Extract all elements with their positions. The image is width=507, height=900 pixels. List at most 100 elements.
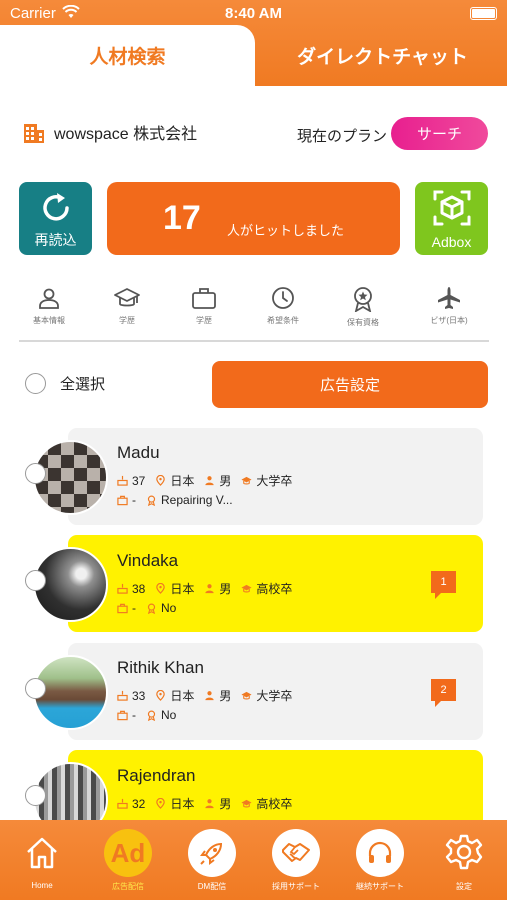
filter-label: 希望条件 (267, 316, 299, 325)
cake-icon (117, 690, 128, 701)
nav-home[interactable]: Home (0, 820, 84, 900)
candidate-radio[interactable] (25, 678, 46, 699)
nav-ongoing-support[interactable]: 継続サポート (338, 820, 422, 900)
candidate-age: 37 (132, 473, 146, 488)
filter-education[interactable]: 学歴 (97, 286, 157, 326)
filter-preferences[interactable]: 希望条件 (253, 286, 313, 326)
candidate-name: Rithik Khan (117, 658, 204, 677)
handshake-icon (272, 829, 320, 877)
person-icon (205, 476, 214, 486)
select-all-radio[interactable] (25, 373, 46, 394)
candidate-details: 38 日本 男 高校卒 (117, 580, 302, 597)
candidate-job: - (132, 601, 136, 615)
rocket-icon (188, 829, 236, 877)
candidate-location: 日本 (170, 689, 195, 703)
candidate-education: 高校卒 (256, 582, 293, 596)
filter-label: 学歴 (119, 316, 135, 325)
person-icon (39, 288, 59, 309)
briefcase-icon (117, 603, 128, 613)
badge-icon (147, 495, 156, 506)
briefcase-icon (192, 288, 216, 309)
location-pin-icon (156, 798, 166, 809)
candidate-radio[interactable] (25, 785, 46, 806)
nav-dm-delivery[interactable]: DM配信 (170, 820, 254, 900)
building-icon (24, 124, 44, 143)
candidate-details: 33 日本 男 大学卒 (117, 687, 302, 704)
candidate-age: 32 (132, 796, 146, 811)
nav-label: 採用サポート (272, 882, 320, 891)
filter-label: ビザ(日本) (430, 316, 468, 325)
candidate-gender: 男 (219, 689, 232, 703)
candidate-visa: No (161, 708, 177, 722)
plan-label: 現在のプラン (297, 128, 388, 145)
nav-ad-delivery[interactable]: Ad 広告配信 (86, 820, 170, 900)
location-pin-icon (156, 475, 166, 486)
candidate-location: 日本 (170, 474, 195, 488)
candidate-name: Rajendran (117, 766, 196, 785)
nav-label: 設定 (456, 882, 472, 891)
filter-label: 基本情報 (33, 316, 65, 325)
clock-icon (272, 287, 294, 309)
candidate-extra: - Repairing V... (117, 493, 243, 507)
tab-direct-chat[interactable]: ダイレクトチャット (258, 25, 507, 86)
graduation-cap-icon (241, 799, 252, 808)
person-icon (205, 584, 214, 594)
cake-icon (117, 798, 128, 809)
adbox-button[interactable]: Adbox (415, 182, 488, 255)
ad-settings-button[interactable]: 広告設定 (212, 361, 488, 408)
airplane-icon (438, 287, 460, 309)
bottom-nav: Home Ad 広告配信 DM配信 採用サポート 継続サポート 設定 (0, 820, 507, 900)
filter-work-history[interactable]: 学歴 (174, 286, 234, 326)
filter-bar: 基本情報 学歴 学歴 希望条件 保有資格 ビザ(日本) (19, 286, 489, 330)
home-icon (18, 829, 66, 877)
tab-search[interactable]: 人材検索 (0, 25, 255, 86)
filter-visa[interactable]: ビザ(日本) (419, 286, 479, 326)
candidate-education: 大学卒 (256, 474, 293, 488)
unread-message-badge[interactable]: 2 (431, 679, 456, 707)
candidate-education: 高校卒 (256, 797, 293, 811)
candidate-gender: 男 (219, 797, 232, 811)
company-name: wowspace 株式会社 (54, 126, 198, 143)
cake-icon (117, 475, 128, 486)
candidate-details: 32 日本 男 高校卒 (117, 795, 302, 812)
nav-recruit-support[interactable]: 採用サポート (254, 820, 338, 900)
candidate-visa: No (161, 601, 177, 615)
app-header: Carrier 8:40 AM 人材検索 ダイレクトチャット (0, 0, 507, 86)
candidate-extra: - No (117, 601, 186, 615)
briefcase-icon (117, 710, 128, 720)
plan-badge[interactable]: サーチ (391, 117, 488, 150)
nav-label: 継続サポート (356, 882, 404, 891)
divider (19, 340, 489, 342)
adbox-label: Adbox (431, 234, 472, 250)
candidate-job: - (132, 708, 136, 722)
candidate-location: 日本 (170, 582, 195, 596)
candidate-location: 日本 (170, 797, 195, 811)
candidate-visa: Repairing V... (161, 493, 233, 507)
status-time: 8:40 AM (225, 5, 282, 22)
reload-button[interactable]: 再読込 (19, 182, 92, 255)
hit-text: 人がヒットしました (227, 223, 345, 238)
ar-cube-icon (433, 190, 471, 226)
cake-icon (117, 583, 128, 594)
refresh-icon (43, 193, 69, 221)
filter-label: 学歴 (196, 316, 212, 325)
nav-settings[interactable]: 設定 (422, 820, 506, 900)
select-all-label: 全選択 (60, 376, 106, 393)
candidate-radio[interactable] (25, 570, 46, 591)
filter-qualifications[interactable]: 保有資格 (333, 286, 393, 328)
headphones-icon (356, 829, 404, 877)
battery-icon (470, 7, 497, 20)
candidate-radio[interactable] (25, 463, 46, 484)
filter-basic-info[interactable]: 基本情報 (19, 286, 79, 326)
nav-label: DM配信 (197, 882, 227, 891)
candidate-details: 37 日本 男 大学卒 (117, 472, 302, 489)
graduation-cap-icon (114, 288, 140, 307)
candidate-name: Vindaka (117, 551, 179, 570)
company-info: wowspace 株式会社 (22, 120, 197, 144)
candidate-age: 38 (132, 581, 146, 596)
unread-message-badge[interactable]: 1 (431, 571, 456, 599)
hit-count: 17 (163, 199, 201, 237)
graduation-cap-icon (241, 584, 252, 593)
candidate-gender: 男 (219, 474, 232, 488)
nav-label: Home (31, 881, 53, 890)
